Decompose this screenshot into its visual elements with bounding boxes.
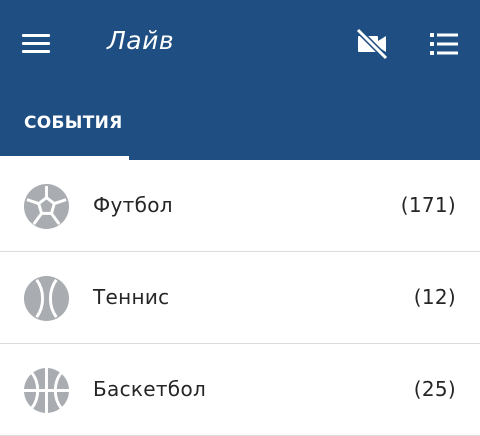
event-count: (25) <box>413 377 456 401</box>
basketball-icon <box>23 367 70 414</box>
sport-name: Баскетбол <box>93 377 207 401</box>
video-off-icon[interactable] <box>352 24 392 64</box>
sport-name: Теннис <box>93 285 170 309</box>
toolbar: Лайв <box>0 0 480 88</box>
tab-bar: СОБЫТИЯ <box>0 88 480 160</box>
tennis-ball-icon <box>23 275 70 322</box>
list-icon[interactable] <box>424 24 464 64</box>
sport-row-basketball[interactable]: Баскетбол (25) <box>0 344 480 436</box>
hamburger-menu-icon[interactable] <box>18 28 54 58</box>
event-count: (12) <box>413 285 456 309</box>
football-icon <box>23 183 70 230</box>
event-count: (171) <box>400 193 456 217</box>
sport-row-tennis[interactable]: Теннис (12) <box>0 252 480 344</box>
sport-row-football[interactable]: Футбол (171) <box>0 160 480 252</box>
tab-events[interactable]: СОБЫТИЯ <box>0 88 129 160</box>
sport-name: Футбол <box>93 193 173 217</box>
tab-events-label: СОБЫТИЯ <box>24 113 123 133</box>
app-bar: Лайв СОБЫТИЯ <box>0 0 480 160</box>
page-title: Лайв <box>107 26 175 55</box>
sports-list: Футбол (171) Теннис (12) Баскетбол (25) <box>0 160 480 436</box>
